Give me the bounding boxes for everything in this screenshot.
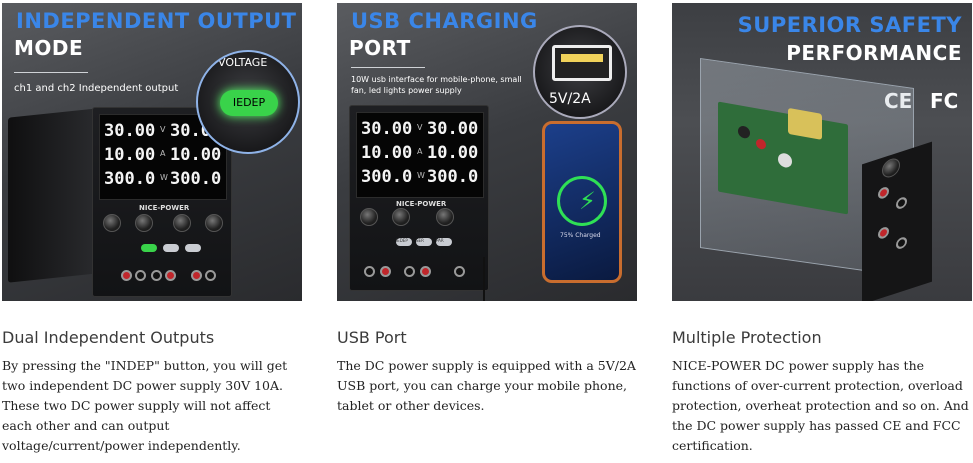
usb-rating: 5V/2A <box>549 91 591 107</box>
ch1-voltage: 30.00 <box>104 121 156 141</box>
card-description: The DC power supply is equipped with a 5… <box>337 358 636 413</box>
card-description: NICE-POWER DC power supply has the funct… <box>672 358 969 453</box>
terminal-icon <box>121 270 132 281</box>
brand-label: NICE-POWER <box>396 200 447 208</box>
ch2-current: 10.00 <box>170 145 222 165</box>
ch2-power: 300.0 <box>427 167 479 187</box>
bubble-voltage-label: VOLTAGE <box>218 56 268 69</box>
zoom-bubble: VOLTAGE IEDEP <box>196 50 300 154</box>
terminal-icon <box>364 266 375 277</box>
product-image-safety: SUPERIOR SAFETY PERFORMANCE CE FC <box>672 3 972 301</box>
feature-card-independent-output: INDEPENDENT OUTPUT MODE ch1 and ch2 Inde… <box>2 3 302 456</box>
card-description: By pressing the "INDEP" button, you will… <box>2 358 288 453</box>
capacitor-icon <box>738 125 750 140</box>
card-title: Dual Independent Outputs <box>2 328 215 347</box>
knob-icon <box>882 156 900 180</box>
card-title: Multiple Protection <box>672 328 822 347</box>
terminal-icon <box>135 270 146 281</box>
image-subtext: 10W usb interface for mobile-phone, smal… <box>351 75 522 95</box>
unit-a: A <box>160 149 166 158</box>
image-headline: USB CHARGING <box>351 9 538 33</box>
image-subtext: ch1 and ch2 Independent output <box>14 83 179 94</box>
knob-icon <box>360 208 378 226</box>
image-headline: INDEPENDENT OUTPUT <box>16 9 297 33</box>
component-icon <box>778 152 792 169</box>
terminal-icon <box>151 270 162 281</box>
terminal-icon <box>404 266 415 277</box>
feature-card-usb-port: USB CHARGING PORT 10W usb interface for … <box>337 3 637 416</box>
ch1-power: 300.0 <box>104 169 156 189</box>
terminal-icon <box>191 270 202 281</box>
par-button-icon <box>185 244 201 252</box>
image-headline: SUPERIOR SAFETY <box>737 13 962 37</box>
unit-a: A <box>417 147 423 156</box>
device-side-panel <box>8 108 98 283</box>
knob-icon <box>205 214 223 232</box>
indep-button-icon <box>141 244 157 252</box>
terminal-icon <box>205 270 216 281</box>
brand-label: NICE-POWER <box>139 204 190 212</box>
bolt-icon: ⚡ <box>579 187 596 215</box>
product-image-usb-charging: USB CHARGING PORT 10W usb interface for … <box>337 3 637 301</box>
device-display: 30.00 10.00 300.0 V A W 30.00 10.00 300.… <box>356 112 484 198</box>
ch2-current: 10.00 <box>427 143 479 163</box>
terminal-icon <box>420 266 431 277</box>
unit-v: V <box>417 123 423 132</box>
transformer-icon <box>788 107 822 140</box>
terminal-icon <box>878 225 889 241</box>
card-title: USB Port <box>337 328 407 347</box>
button-par: PAR <box>436 238 452 246</box>
indep-button-zoom: IEDEP <box>220 90 278 116</box>
terminal-icon <box>454 266 465 277</box>
ch1-power: 300.0 <box>361 167 413 187</box>
divider <box>351 67 425 68</box>
unit-w: W <box>160 173 168 182</box>
unit-v: V <box>160 125 166 134</box>
ch1-voltage: 30.00 <box>361 119 413 139</box>
feature-card-protection: SUPERIOR SAFETY PERFORMANCE CE FC Multip… <box>672 3 972 456</box>
knob-icon <box>103 214 121 232</box>
phone-charging: ⚡ 75% Charged <box>542 121 622 283</box>
image-subheadline: PERFORMANCE <box>786 41 962 65</box>
terminal-icon <box>165 270 176 281</box>
terminal-icon <box>896 235 907 251</box>
knob-icon <box>392 208 410 226</box>
terminal-icon <box>896 195 907 211</box>
knob-icon <box>135 214 153 232</box>
front-panel <box>862 141 932 301</box>
ch2-voltage: 30.00 <box>427 119 479 139</box>
button-ser: SER <box>416 238 432 246</box>
ser-button-icon <box>163 244 179 252</box>
ch1-current: 10.00 <box>104 145 156 165</box>
fcc-mark-icon: FC <box>930 89 959 113</box>
ch2-power: 300.0 <box>170 169 222 189</box>
terminal-icon <box>878 185 889 201</box>
image-subheadline: MODE <box>14 36 84 60</box>
product-image-independent-output: INDEPENDENT OUTPUT MODE ch1 and ch2 Inde… <box>2 3 302 301</box>
phone-charge-status: 75% Charged <box>560 232 601 239</box>
knob-icon <box>436 208 454 226</box>
image-subheadline: PORT <box>349 36 411 60</box>
component-icon <box>756 138 766 151</box>
usb-zoom-bubble: 5V/2A <box>533 25 627 119</box>
divider <box>14 72 88 73</box>
terminal-icon <box>380 266 391 277</box>
knob-icon <box>173 214 191 232</box>
charging-ring-icon: ⚡ <box>557 176 607 226</box>
button-indep: IEDEP <box>396 238 412 246</box>
ch1-current: 10.00 <box>361 143 413 163</box>
usb-port-icon <box>552 45 612 81</box>
power-supply-device: 30.00 10.00 300.0 V A W 30.00 10.00 300.… <box>349 105 489 291</box>
usb-cable <box>483 257 485 301</box>
unit-w: W <box>417 171 425 180</box>
